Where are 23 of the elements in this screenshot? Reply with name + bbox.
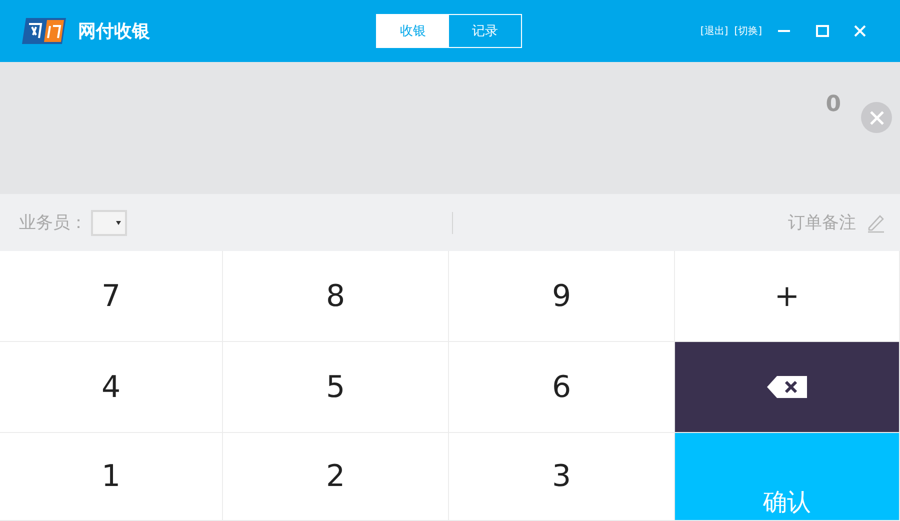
app-title: 网付收银 — [78, 20, 150, 43]
backspace-icon — [767, 376, 807, 398]
minimize-icon — [778, 30, 790, 32]
maximize-icon — [816, 25, 828, 37]
pencil-icon[interactable] — [866, 212, 886, 232]
clear-icon — [870, 110, 884, 124]
digit-key[interactable]: 2 — [223, 433, 449, 521]
clear-button[interactable] — [861, 102, 892, 133]
amount-display: 0 — [826, 92, 841, 119]
digit-key[interactable]: 8 — [223, 251, 449, 342]
digit-key[interactable]: 4 — [0, 342, 223, 433]
staff-label: 业务员： — [19, 212, 87, 234]
backspace-key[interactable] — [675, 342, 900, 433]
digit-key[interactable]: 3 — [449, 433, 675, 521]
dropdown-caret-icon — [116, 220, 121, 224]
logo-icon — [20, 16, 68, 46]
digit-key[interactable]: 9 — [449, 251, 675, 342]
digit-key[interactable]: 6 — [449, 342, 675, 433]
digit-key[interactable]: 1 — [0, 433, 223, 521]
close-icon — [854, 25, 866, 37]
plus-key[interactable]: + — [675, 251, 900, 342]
digit-key[interactable]: 5 — [223, 342, 449, 433]
digit-key[interactable]: 7 — [0, 251, 223, 342]
